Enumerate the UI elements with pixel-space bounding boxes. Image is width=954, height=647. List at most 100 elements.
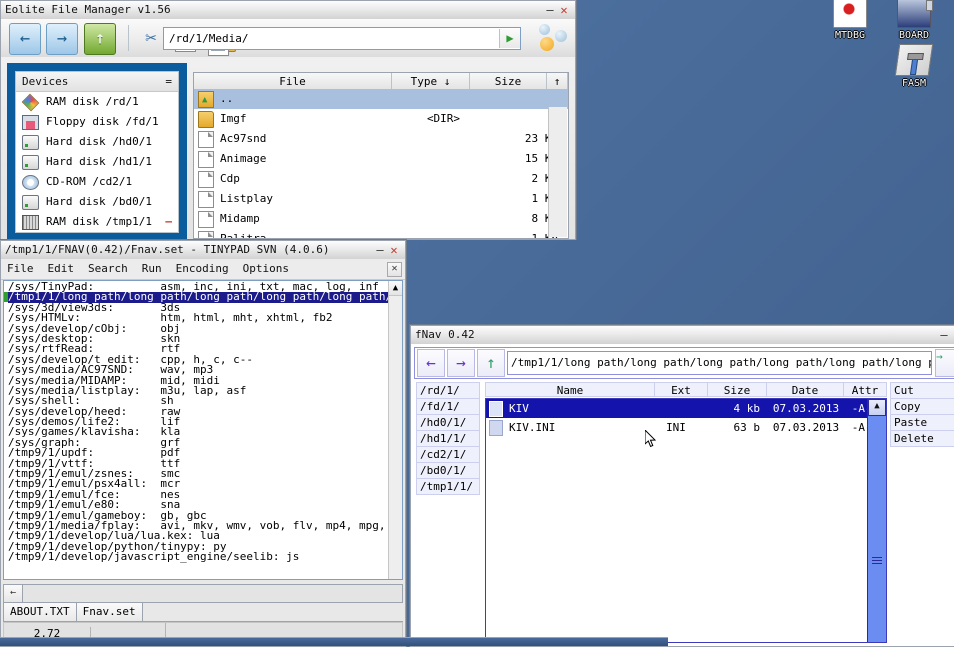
- file-list-scrollbar[interactable]: [548, 107, 567, 237]
- tab-fnav-set[interactable]: Fnav.set: [76, 602, 143, 622]
- column-size[interactable]: Size: [470, 73, 547, 90]
- minimize-icon[interactable]: –: [373, 241, 387, 259]
- file-icon: [489, 401, 503, 417]
- menu-item-encoding[interactable]: Encoding: [176, 259, 229, 279]
- table-row[interactable]: Ac97snd 23 Kb: [194, 129, 568, 149]
- table-row[interactable]: Palitra 1 Kb: [194, 229, 568, 239]
- scroll-up-icon[interactable]: ▲: [868, 399, 886, 416]
- drive-item-fd1[interactable]: /fd/1/: [416, 398, 480, 414]
- table-row[interactable]: Listplay 1 Kb: [194, 189, 568, 209]
- device-item-hd0[interactable]: Hard disk /hd0/1: [16, 132, 178, 152]
- devices-panel-header[interactable]: Devices =: [16, 72, 178, 92]
- file-size: [482, 89, 568, 109]
- column-ext[interactable]: Ext: [654, 382, 707, 397]
- eolite-window[interactable]: Eolite File Manager v1.56 – ✕ ← → ↑ ✂: [0, 0, 576, 239]
- desktop-icon-mtdbg[interactable]: MTDBG: [820, 0, 880, 41]
- debugger-icon: [833, 0, 867, 28]
- column-size[interactable]: Size: [707, 382, 766, 397]
- menu-item-edit[interactable]: Edit: [48, 259, 75, 279]
- tinypad-title: /tmp1/1/FNAV(0.42)/Fnav.set - TINYPAD SV…: [5, 241, 373, 259]
- file-size: 63 b: [702, 418, 768, 437]
- go-button[interactable]: →: [935, 349, 954, 377]
- fnav-window[interactable]: fNav 0.42 – ✕ ← → ↑ /tmp1/1/long path/lo…: [410, 325, 954, 646]
- device-item-bd0[interactable]: Hard disk /bd0/1: [16, 192, 178, 212]
- drive-item-bd0[interactable]: /bd0/1/: [416, 462, 480, 478]
- table-row[interactable]: Animage 15 Kb: [194, 149, 568, 169]
- menu-item-search[interactable]: Search: [88, 259, 128, 279]
- close-icon[interactable]: ✕: [387, 241, 401, 259]
- file-type: [405, 149, 482, 169]
- column-name[interactable]: Name: [485, 382, 654, 397]
- drive-item-cd2[interactable]: /cd2/1/: [416, 446, 480, 462]
- device-label: Floppy disk /fd/1: [46, 112, 159, 132]
- find-input[interactable]: [23, 584, 403, 603]
- tinypad-titlebar[interactable]: /tmp1/1/FNAV(0.42)/Fnav.set - TINYPAD SV…: [0, 240, 406, 259]
- device-item-rd1[interactable]: RAM disk /rd/1: [16, 92, 178, 112]
- menu-item-options[interactable]: Options: [243, 259, 289, 279]
- editor-text[interactable]: /sys/TinyPad: asm, inc, ini, txt, mac, l…: [8, 281, 388, 579]
- minimize-icon[interactable]: –: [937, 326, 951, 344]
- drive-item-hd0[interactable]: /hd0/1/: [416, 414, 480, 430]
- back-button[interactable]: ←: [417, 349, 445, 377]
- desktop-icon-fasm[interactable]: FASM: [884, 44, 944, 89]
- table-row[interactable]: ..: [194, 89, 568, 109]
- device-item-fd1[interactable]: Floppy disk /fd/1: [16, 112, 178, 132]
- tinypad-window[interactable]: /tmp1/1/FNAV(0.42)/Fnav.set - TINYPAD SV…: [0, 240, 406, 646]
- close-icon[interactable]: ✕: [557, 1, 571, 19]
- fnav-list-body: KIV 4 kb 07.03.2013 -A-- KIV.INI INI 63 …: [485, 398, 887, 643]
- column-scroll-up-icon[interactable]: ↑: [547, 73, 568, 90]
- column-type[interactable]: Type ↓: [392, 73, 470, 90]
- cut-button[interactable]: ✂: [137, 25, 165, 52]
- file-icon: [489, 420, 503, 436]
- address-bar[interactable]: /rd/1/Media/ ▶: [163, 27, 521, 50]
- paste-button[interactable]: Paste: [890, 414, 954, 430]
- cut-button[interactable]: Cut: [890, 382, 954, 398]
- drive-item-hd1[interactable]: /hd1/1/: [416, 430, 480, 446]
- editor-scrollbar[interactable]: ▲: [388, 281, 402, 579]
- fnav-title: fNav 0.42: [415, 326, 937, 344]
- collapse-icon[interactable]: =: [165, 72, 172, 91]
- forward-button[interactable]: →: [447, 349, 475, 377]
- table-row[interactable]: Cdp 2 Kb: [194, 169, 568, 189]
- column-attr[interactable]: Attr: [843, 382, 887, 397]
- fnav-list-scrollbar[interactable]: ▲: [867, 399, 886, 642]
- desktop-icon-board[interactable]: BOARD: [884, 0, 944, 41]
- table-row[interactable]: KIV 4 kb 07.03.2013 -A--: [486, 399, 886, 418]
- column-file[interactable]: File: [194, 73, 392, 90]
- fnav-titlebar[interactable]: fNav 0.42 – ✕: [410, 325, 954, 344]
- find-bar[interactable]: ←: [3, 584, 403, 602]
- up-button[interactable]: ↑: [477, 349, 505, 377]
- drive-item-tmp1[interactable]: /tmp1/1/: [416, 478, 480, 495]
- device-item-cd2[interactable]: CD-ROM /cd2/1: [16, 172, 178, 192]
- device-item-tmp1[interactable]: RAM disk /tmp1/1 –: [16, 212, 178, 232]
- tinypad-editor[interactable]: /sys/TinyPad: asm, inc, ini, txt, mac, l…: [3, 280, 403, 580]
- drive-item-rd1[interactable]: /rd/1/: [416, 382, 480, 398]
- eject-icon[interactable]: –: [165, 212, 172, 232]
- copy-button[interactable]: Copy: [890, 398, 954, 414]
- menu-item-file[interactable]: File: [7, 259, 34, 279]
- go-icon[interactable]: ▶: [499, 29, 520, 48]
- back-button[interactable]: ←: [9, 23, 41, 55]
- taskbar[interactable]: [0, 637, 668, 646]
- up-button[interactable]: ↑: [84, 23, 116, 55]
- device-item-hd1[interactable]: Hard disk /hd1/1: [16, 152, 178, 172]
- table-row[interactable]: Imgf <DIR>: [194, 109, 568, 129]
- table-row[interactable]: KIV.INI INI 63 b 07.03.2013 -A--: [486, 418, 886, 437]
- eolite-titlebar[interactable]: Eolite File Manager v1.56 – ✕: [0, 0, 576, 19]
- address-input[interactable]: /rd/1/Media/: [164, 32, 499, 45]
- fnav-action-buttons: Cut Copy Paste Delete: [890, 382, 954, 447]
- address-input[interactable]: /tmp1/1/long path/long path/long path/lo…: [507, 351, 932, 375]
- column-date[interactable]: Date: [766, 382, 843, 397]
- tab-about-txt[interactable]: ABOUT.TXT: [3, 602, 76, 622]
- scroll-up-icon[interactable]: ▲: [389, 281, 402, 296]
- minimize-icon[interactable]: –: [543, 1, 557, 19]
- forward-button[interactable]: →: [46, 23, 78, 55]
- editor-line[interactable]: /tmp9/1/develop/javascript_engine/seelib…: [8, 552, 388, 562]
- close-document-icon[interactable]: ✕: [387, 262, 402, 277]
- scrollbar-grip[interactable]: [872, 557, 882, 564]
- menu-item-run[interactable]: Run: [142, 259, 162, 279]
- table-row[interactable]: Midamp 8 Kb: [194, 209, 568, 229]
- find-prev-icon[interactable]: ←: [3, 584, 23, 603]
- delete-button[interactable]: Delete: [890, 430, 954, 447]
- fasm-icon: [895, 44, 933, 76]
